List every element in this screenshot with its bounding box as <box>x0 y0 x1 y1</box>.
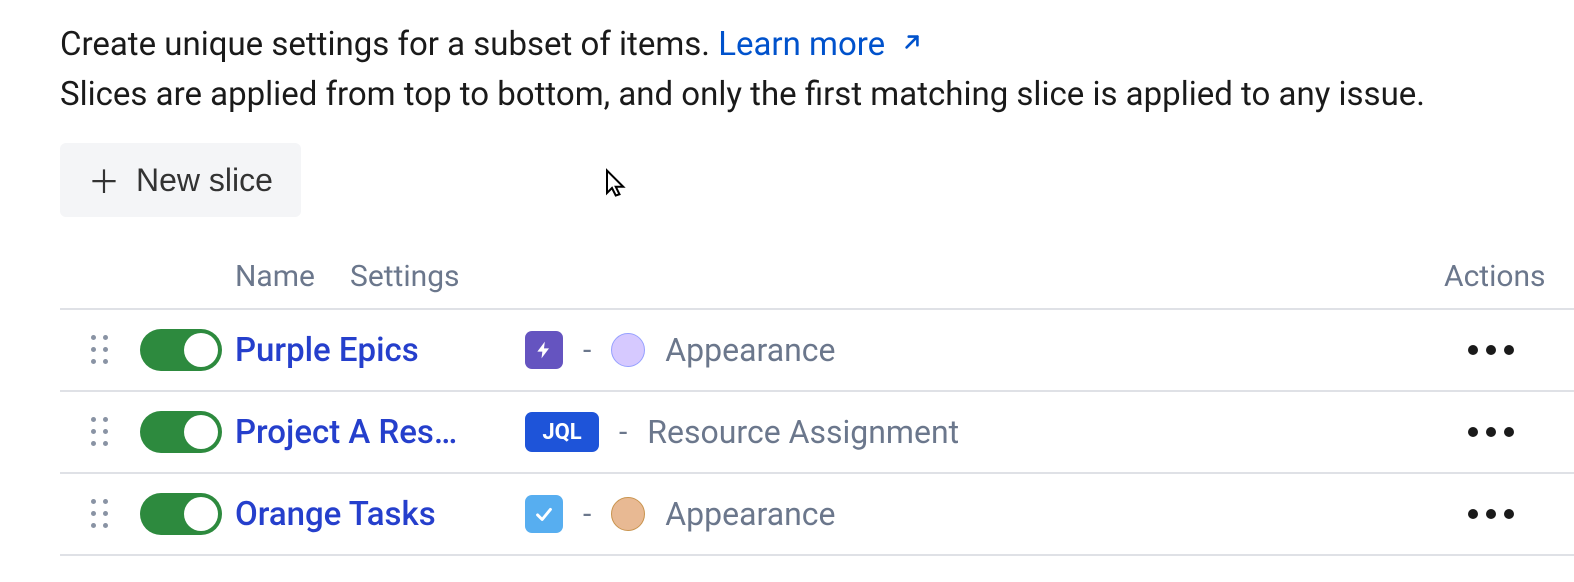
jql-badge: JQL <box>525 412 599 452</box>
enable-toggle[interactable] <box>140 329 222 371</box>
learn-more-label: Learn more <box>718 25 885 64</box>
slices-table: Name Settings Actions Purple Epics - App… <box>60 247 1574 556</box>
drag-icon <box>91 335 109 365</box>
settings-cell: JQL - Resource Assignment <box>525 412 1444 452</box>
page-description: Create unique settings for a subset of i… <box>60 20 1574 119</box>
learn-more-link[interactable]: Learn more <box>718 25 925 64</box>
check-icon <box>525 495 563 533</box>
table-row: Purple Epics - Appearance <box>60 310 1574 392</box>
settings-cell: - Appearance <box>525 495 1444 533</box>
col-settings-header: Settings <box>350 259 1444 294</box>
table-row: Orange Tasks - Appearance <box>60 474 1574 556</box>
plus-icon: ＋ <box>88 157 120 203</box>
enable-toggle[interactable] <box>140 411 222 453</box>
description-line2: Slices are applied from top to bottom, a… <box>60 75 1425 114</box>
bolt-icon <box>525 331 563 369</box>
more-actions-button[interactable] <box>1458 335 1524 365</box>
settings-label: Appearance <box>665 495 835 533</box>
new-slice-button[interactable]: ＋ New slice <box>60 143 301 217</box>
settings-cell: - Appearance <box>525 331 1444 369</box>
table-header: Name Settings Actions <box>60 247 1574 310</box>
table-row: Project A Res… JQL - Resource Assignment <box>60 392 1574 474</box>
separator: - <box>583 333 591 368</box>
more-actions-button[interactable] <box>1458 417 1524 447</box>
enable-toggle[interactable] <box>140 493 222 535</box>
col-name-header: Name <box>60 259 350 294</box>
slice-name-link[interactable]: Orange Tasks <box>235 495 515 534</box>
col-actions-header: Actions <box>1444 259 1574 294</box>
settings-label: Appearance <box>665 331 835 369</box>
description-line1: Create unique settings for a subset of i… <box>60 25 718 64</box>
separator: - <box>619 415 627 450</box>
drag-handle[interactable] <box>60 417 140 447</box>
drag-icon <box>91 417 109 447</box>
more-actions-button[interactable] <box>1458 499 1524 529</box>
color-swatch <box>611 333 645 367</box>
settings-label: Resource Assignment <box>647 413 959 451</box>
color-swatch <box>611 497 645 531</box>
separator: - <box>583 497 591 532</box>
drag-icon <box>91 499 109 529</box>
slice-name-link[interactable]: Project A Res… <box>235 413 515 452</box>
new-slice-label: New slice <box>136 162 273 199</box>
drag-handle[interactable] <box>60 335 140 365</box>
drag-handle[interactable] <box>60 499 140 529</box>
slice-name-link[interactable]: Purple Epics <box>235 331 515 370</box>
external-link-icon <box>893 25 925 64</box>
